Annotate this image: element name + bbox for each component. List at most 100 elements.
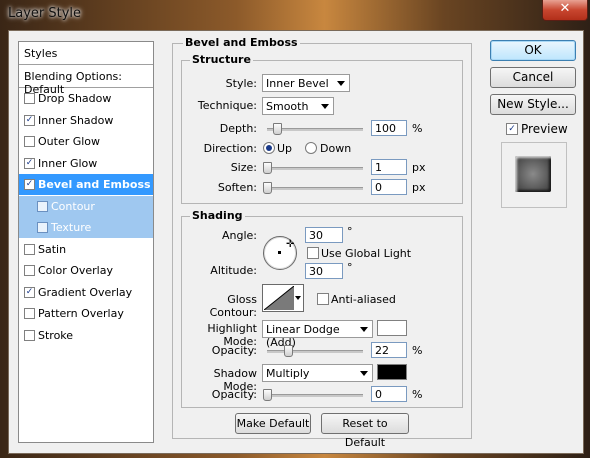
shadow-opacity-thumb[interactable] <box>263 389 272 401</box>
shadow-opacity-unit: % <box>412 388 423 401</box>
use-global-light-label[interactable]: Use Global Light <box>321 247 411 260</box>
shadow-color-swatch[interactable] <box>377 364 407 380</box>
styles-header-label: Styles <box>24 47 58 60</box>
altitude-value: 30 <box>309 265 323 278</box>
preview-checkbox[interactable]: ✓ <box>506 123 518 135</box>
style-dropdown[interactable]: Inner Bevel <box>262 74 350 92</box>
depth-label: Depth: <box>219 122 257 135</box>
style-item-label: Gradient Overlay <box>38 285 133 299</box>
soften-unit: px <box>412 181 426 194</box>
style-item-outer-glow[interactable]: Outer Glow <box>19 131 153 152</box>
depth-value: 100 <box>375 122 396 135</box>
title-bar[interactable]: Layer Style ✕ <box>0 0 590 30</box>
style-item-inner-glow[interactable]: ✓ Inner Glow <box>19 153 153 174</box>
preview-label[interactable]: Preview <box>521 122 568 136</box>
style-checkbox[interactable]: ✓ <box>24 157 35 169</box>
soften-input[interactable]: 0 <box>371 179 407 195</box>
size-value: 1 <box>375 161 382 174</box>
depth-slider-thumb[interactable] <box>272 123 282 135</box>
size-slider-thumb[interactable] <box>263 162 272 174</box>
style-item-drop-shadow[interactable]: Drop Shadow <box>19 88 153 109</box>
highlight-mode-dropdown[interactable]: Linear Dodge (Add) <box>262 320 373 349</box>
style-item-label: Satin <box>38 242 67 256</box>
styles-list: Styles Blending Options: Default Drop Sh… <box>18 41 154 443</box>
style-item-label: Texture <box>51 221 92 234</box>
style-checkbox[interactable] <box>24 329 35 341</box>
style-item-satin[interactable]: Satin <box>19 239 153 260</box>
style-checkbox[interactable]: ✓ <box>24 286 35 298</box>
highlight-opacity-unit: % <box>412 344 423 357</box>
style-item-label: Bevel and Emboss <box>38 178 151 191</box>
style-item-label: Inner Shadow <box>38 113 114 127</box>
style-checkbox[interactable] <box>24 308 35 319</box>
style-checkbox[interactable]: ✓ <box>24 114 35 126</box>
depth-input[interactable]: 100 <box>371 120 407 136</box>
make-default-button[interactable]: Make Default <box>235 413 311 434</box>
depth-slider[interactable] <box>267 123 363 135</box>
direction-up-label[interactable]: Up <box>277 142 292 155</box>
style-item-pattern-overlay[interactable]: Pattern Overlay <box>19 303 153 324</box>
altitude-input[interactable]: 30 <box>305 263 343 279</box>
style-item-label: Pattern Overlay <box>38 307 124 320</box>
anti-aliased-checkbox[interactable] <box>317 293 329 305</box>
style-item-inner-shadow[interactable]: ✓ Inner Shadow <box>19 110 153 131</box>
soften-slider[interactable] <box>263 182 363 194</box>
crosshair-icon: ✛ <box>286 239 295 250</box>
style-checkbox[interactable] <box>24 136 35 147</box>
shadow-opacity-slider[interactable] <box>263 389 363 401</box>
style-item-label: Drop Shadow <box>38 92 112 105</box>
highlight-color-swatch[interactable] <box>377 320 407 336</box>
soften-value: 0 <box>375 181 382 194</box>
direction-down-label[interactable]: Down <box>320 142 351 155</box>
bevel-emboss-title: Bevel and Emboss <box>183 36 300 49</box>
highlight-opacity-input[interactable]: 22 <box>371 342 407 358</box>
blending-options[interactable]: Blending Options: Default <box>19 65 153 96</box>
technique-dropdown[interactable]: Smooth <box>262 97 334 115</box>
style-item-label: Outer Glow <box>38 135 101 148</box>
style-checkbox[interactable] <box>24 243 35 255</box>
angle-unit: ° <box>347 225 353 238</box>
style-checkbox[interactable] <box>37 222 48 233</box>
direction-up-radio[interactable] <box>263 142 275 154</box>
direction-down-radio[interactable] <box>305 142 317 154</box>
chevron-down-icon <box>321 104 329 109</box>
style-checkbox[interactable] <box>24 265 35 276</box>
ok-button[interactable]: OK <box>490 40 576 61</box>
style-checkbox[interactable]: ✓ <box>24 179 35 190</box>
style-item-contour[interactable]: Contour <box>19 195 153 217</box>
style-item-bevel-and-emboss[interactable]: ✓ Bevel and Emboss <box>19 174 153 195</box>
style-item-label: Color Overlay <box>38 264 113 277</box>
size-slider[interactable] <box>263 162 363 174</box>
style-item-gradient-overlay[interactable]: ✓ Gradient Overlay <box>19 282 153 303</box>
angle-value: 30 <box>309 229 323 242</box>
use-global-light-checkbox[interactable] <box>307 247 319 259</box>
style-item-label: Inner Glow <box>38 156 98 170</box>
close-button[interactable]: ✕ <box>542 0 588 21</box>
styles-header[interactable]: Styles <box>19 42 153 65</box>
style-checkbox[interactable] <box>37 200 48 212</box>
style-item-texture[interactable]: Texture <box>19 217 153 238</box>
new-style-button[interactable]: New Style... <box>490 94 576 115</box>
reset-to-default-button[interactable]: Reset to Default <box>321 413 409 449</box>
style-preview <box>501 142 567 208</box>
highlight-opacity-value: 22 <box>375 344 389 357</box>
style-label: Style: <box>225 77 257 90</box>
soften-slider-thumb[interactable] <box>263 182 272 194</box>
style-checkbox[interactable] <box>24 93 35 104</box>
gloss-contour-picker[interactable] <box>262 284 304 312</box>
style-item-color-overlay[interactable]: Color Overlay <box>19 260 153 281</box>
size-input[interactable]: 1 <box>371 159 407 175</box>
shadow-opacity-input[interactable]: 0 <box>371 386 407 402</box>
angle-input[interactable]: 30 <box>305 227 343 243</box>
style-item-label: Stroke <box>38 328 74 342</box>
cancel-button[interactable]: Cancel <box>490 67 576 88</box>
style-value: Inner Bevel <box>266 77 329 90</box>
shadow-mode-dropdown[interactable]: Multiply <box>262 364 373 382</box>
anti-aliased-label[interactable]: Anti-aliased <box>331 293 396 306</box>
size-unit: px <box>412 161 426 174</box>
highlight-opacity-slider[interactable] <box>267 345 363 357</box>
chevron-down-icon <box>295 296 301 300</box>
highlight-opacity-thumb[interactable] <box>284 345 294 357</box>
style-item-label: Contour <box>51 199 95 213</box>
style-item-stroke[interactable]: Stroke <box>19 325 153 346</box>
